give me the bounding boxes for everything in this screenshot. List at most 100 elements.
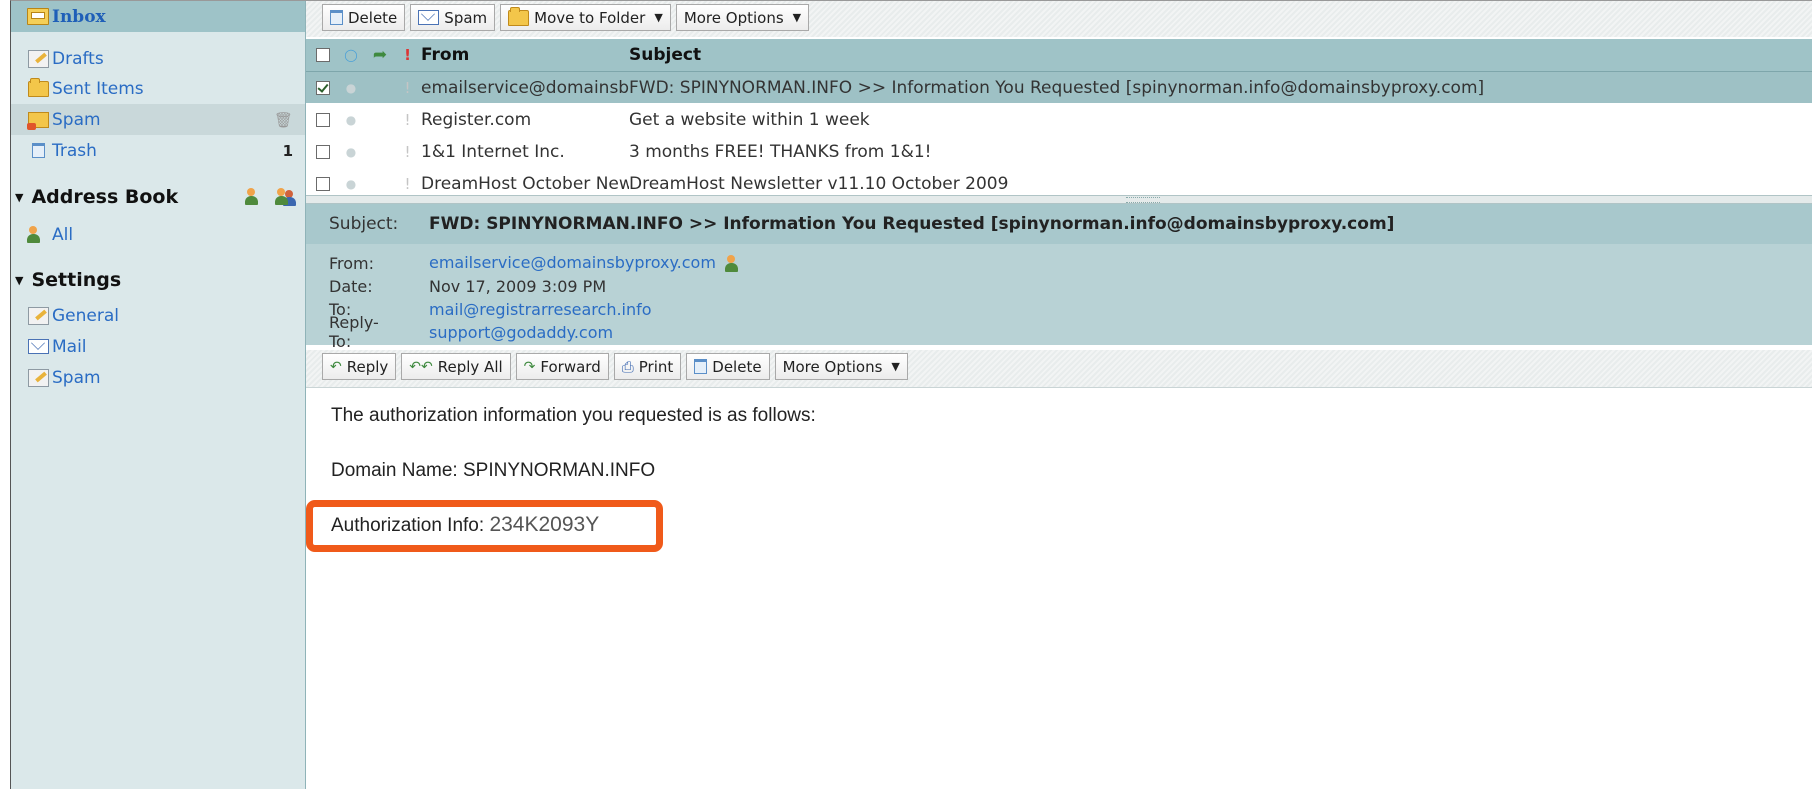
settings-spam[interactable]: Spam (11, 362, 305, 393)
reply-arrow-icon: ↶ (330, 358, 342, 375)
message-from: 1&1 Internet Inc. (421, 141, 565, 162)
settings-general[interactable]: General (11, 300, 305, 331)
spam-label: Spam (444, 8, 488, 27)
body-domain-name: Domain Name: SPINYNORMAN.INFO (331, 460, 656, 481)
message-subject: FWD: SPINYNORMAN.INFO >> Information You… (629, 77, 1485, 98)
list-toolbar: Delete Spam Move to Folder ▼ More Option… (306, 1, 1812, 37)
message-row[interactable]: ● ! Register.com Get a website within 1 … (306, 104, 1812, 136)
settings-header[interactable]: ▼ Settings (15, 265, 305, 295)
subject-column-header[interactable]: Subject (629, 45, 1812, 65)
folder-inbox[interactable]: Inbox (11, 1, 305, 32)
print-button[interactable]: ⎙ Print (613, 353, 682, 380)
message-checkbox[interactable] (315, 112, 330, 127)
message-checkbox[interactable] (315, 144, 330, 159)
priority-icon: ! (404, 78, 411, 97)
add-to-contacts-icon[interactable] (725, 254, 747, 273)
reply-to-label: Reply-To: (329, 313, 379, 351)
read-status-icon: ● (345, 112, 357, 127)
address-book-header[interactable]: ▼ Address Book (15, 182, 305, 212)
preview-header: Subject: FWD: SPINYNORMAN.INFO >> Inform… (306, 204, 1812, 351)
folder-label: Drafts (52, 48, 104, 69)
trash-icon (330, 10, 343, 25)
preview-subject: FWD: SPINYNORMAN.INFO >> Information You… (429, 214, 1395, 234)
chevron-down-icon: ▼ (891, 360, 900, 373)
folder-label: Sent Items (52, 78, 144, 99)
move-to-folder-label: Move to Folder (534, 8, 646, 27)
reply-label: Reply (346, 357, 389, 376)
splitter-grip[interactable] (1126, 197, 1160, 203)
message-row[interactable]: ● ! 1&1 Internet Inc. 3 months FREE! THA… (306, 136, 1812, 168)
message-from: DreamHost October Newsletter (421, 173, 629, 194)
drafts-folder-icon (27, 49, 49, 68)
chevron-down-icon: ▼ (654, 11, 663, 24)
subject-label: Subject: (329, 214, 399, 234)
message-checkbox[interactable] (315, 176, 330, 191)
trash-count-badge: 1 (282, 141, 293, 160)
spam-envelope-icon (418, 10, 440, 25)
from-column-header[interactable]: From (421, 45, 629, 65)
move-to-folder-button[interactable]: Move to Folder ▼ (500, 4, 671, 31)
empty-spam-icon[interactable]: 🗑︎ (274, 111, 293, 129)
address-book-all[interactable]: All (11, 219, 305, 250)
unread-column-icon[interactable]: ◯ (336, 48, 366, 62)
settings-item-label: Mail (52, 336, 87, 357)
from-label: From: (329, 253, 375, 273)
reply-all-button[interactable]: ↶↶ Reply All (401, 353, 511, 380)
folder-label: Trash (52, 140, 97, 161)
delete-message-button[interactable]: Delete (686, 353, 770, 380)
spam-button[interactable]: Spam (410, 4, 496, 31)
folder-drafts[interactable]: Drafts (11, 43, 305, 74)
folder-label: Inbox (52, 6, 106, 27)
from-address: emailservice@domainsbyproxy.com (429, 253, 716, 273)
add-group-icon[interactable] (275, 188, 299, 206)
reply-to-address-link[interactable]: support@godaddy.com (429, 323, 613, 342)
folder-sent-items[interactable]: Sent Items (11, 73, 305, 104)
message-list-header: ◯ ➦ ! From Subject (306, 39, 1812, 72)
printer-icon: ⎙ (621, 357, 634, 376)
delete-label: Delete (712, 357, 762, 376)
contacts-icon (27, 225, 49, 244)
forward-button[interactable]: ↷ Forward (515, 353, 609, 380)
message-subject: Get a website within 1 week (629, 109, 870, 130)
folder-spam[interactable]: Spam 🗑︎ (11, 104, 305, 135)
message-toolbar: ↶ Reply ↶↶ Reply All ↷ Forward ⎙ Print D… (306, 350, 1812, 388)
select-all-checkbox[interactable] (315, 48, 330, 62)
spam-folder-icon (26, 111, 49, 130)
inbox-icon (27, 8, 49, 26)
folder-trash[interactable]: Trash 1 (11, 135, 305, 166)
settings-spam-icon (27, 368, 49, 387)
reply-all-icon: ↶↶ (409, 358, 433, 375)
priority-icon: ! (404, 110, 411, 129)
body-intro: The authorization information you reques… (331, 405, 816, 426)
more-options-button[interactable]: More Options ▼ (675, 4, 810, 31)
reply-button[interactable]: ↶ Reply (322, 353, 397, 380)
from-address-link[interactable]: emailservice@domainsbyproxy.com (429, 253, 747, 273)
message-more-options-button[interactable]: More Options ▼ (774, 353, 908, 380)
chevron-down-icon: ▼ (792, 11, 802, 24)
reply-status-column-icon[interactable]: ➦ (366, 45, 394, 65)
delete-label: Delete (348, 8, 398, 27)
folder-label: Spam (52, 109, 101, 130)
forward-icon: ↷ (523, 358, 536, 375)
date-label: Date: (329, 276, 373, 296)
collapse-triangle-icon[interactable]: ▼ (15, 274, 23, 287)
message-checkbox[interactable] (315, 80, 330, 95)
message-row[interactable]: ● ! emailservice@domainsbyproxy.com FWD:… (306, 72, 1812, 104)
reply-all-label: Reply All (437, 357, 503, 376)
add-contact-icon[interactable] (245, 188, 267, 206)
sidebar: Inbox Drafts Sent Items Spam 🗑︎ Trash 1 … (11, 1, 306, 789)
more-options-label: More Options (683, 8, 784, 27)
to-address-link[interactable]: mail@registrarresearch.info (429, 300, 652, 319)
priority-column-icon[interactable]: ! (394, 46, 421, 64)
collapse-triangle-icon[interactable]: ▼ (15, 191, 23, 204)
authorization-highlight-box (306, 500, 663, 552)
delete-button[interactable]: Delete (322, 4, 406, 31)
pane-splitter[interactable] (306, 195, 1812, 204)
preview-subject-bar: Subject: FWD: SPINYNORMAN.INFO >> Inform… (306, 204, 1812, 244)
settings-general-icon (27, 306, 49, 325)
settings-mail[interactable]: Mail (11, 331, 305, 362)
main-pane: Delete Spam Move to Folder ▼ More Option… (306, 1, 1812, 789)
address-book-title: Address Book (31, 186, 179, 208)
read-status-icon: ● (345, 80, 357, 95)
message-subject: 3 months FREE! THANKS from 1&1! (629, 141, 932, 162)
